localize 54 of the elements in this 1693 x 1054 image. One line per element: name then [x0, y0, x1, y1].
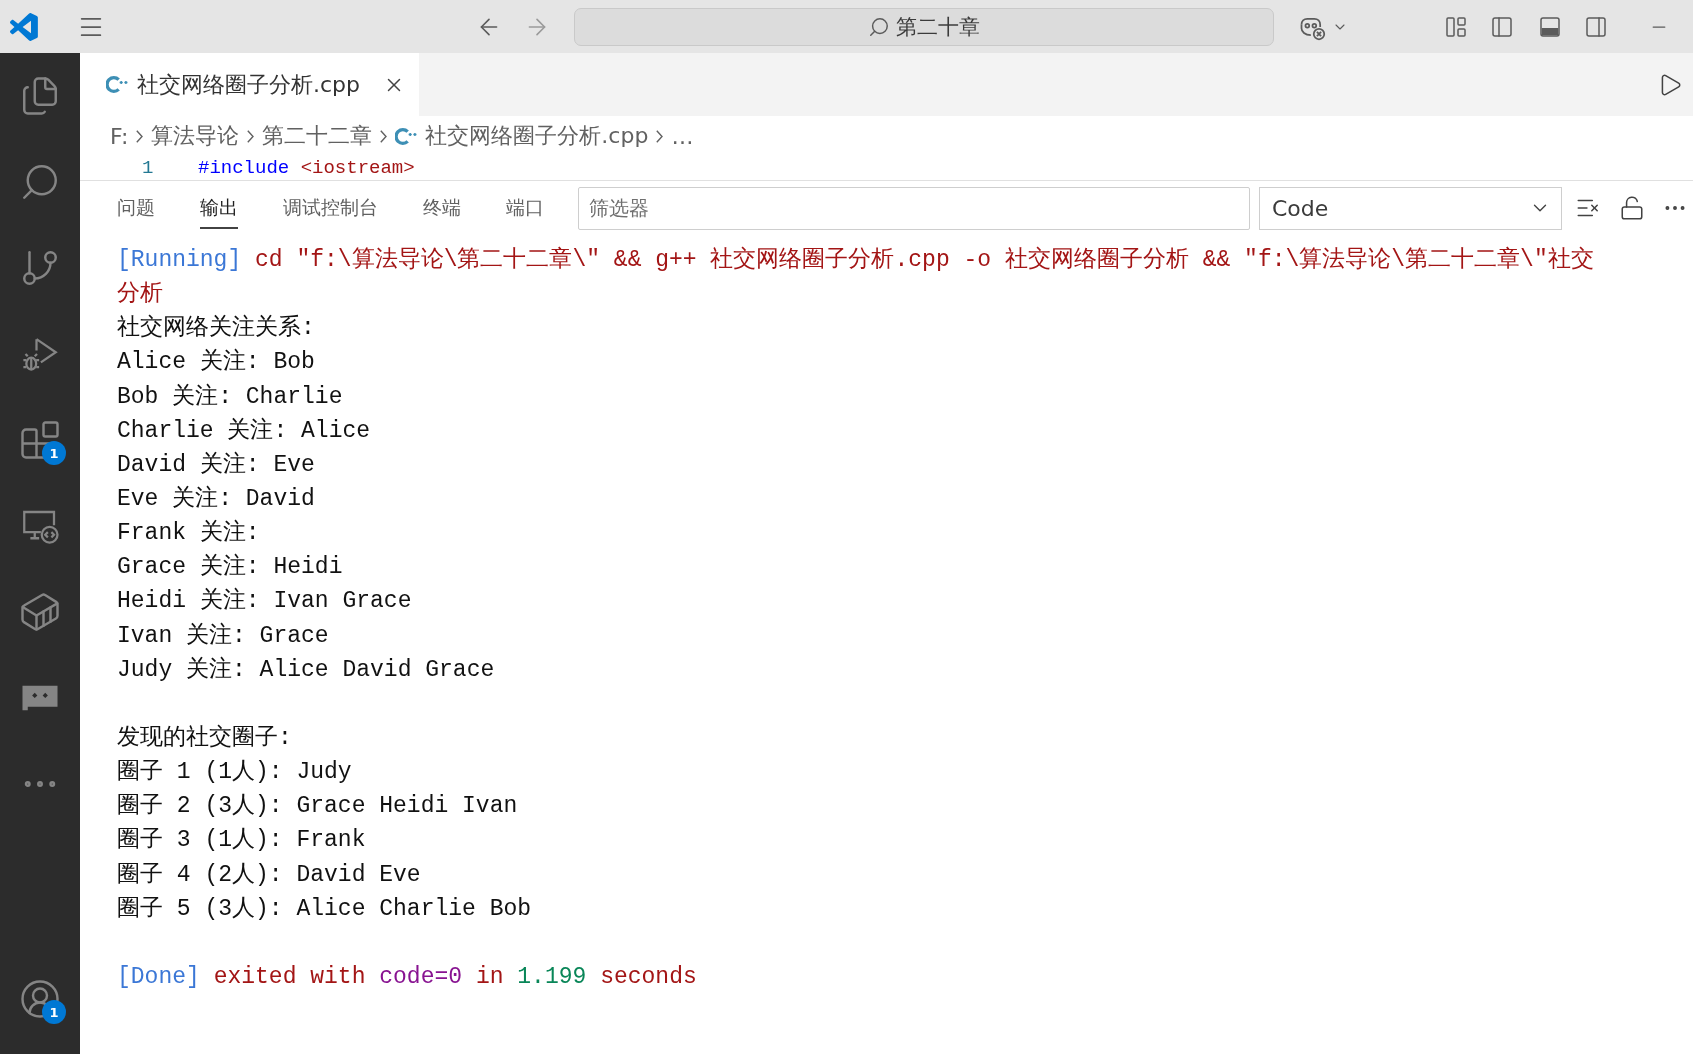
code-line: #include <iostream>	[198, 157, 415, 179]
line-number: 1	[142, 157, 155, 179]
cpp-file-icon	[395, 127, 418, 145]
panel-tab[interactable]: 问题	[117, 187, 155, 229]
blocks-icon[interactable]	[19, 419, 61, 461]
breadcrumb-item[interactable]: 算法导论	[151, 121, 240, 151]
breadcrumb-item[interactable]: 社交网络圈子分析.cpp	[425, 121, 649, 151]
output-line: Alice 关注: Bob	[117, 347, 315, 378]
output-line: 圈子 3 (1人): Frank	[117, 826, 366, 856]
editor-tab[interactable]: 社交网络圈子分析.cpp	[80, 53, 419, 116]
output-line: Ivan 关注: Grace	[117, 621, 329, 651]
chevron-right-icon	[380, 129, 388, 143]
search-icon	[868, 15, 890, 38]
sidebar-left-icon[interactable]	[1490, 14, 1514, 39]
breadcrumb-more[interactable]: …	[671, 123, 694, 149]
output-line: 社交网络关注关系:	[117, 313, 315, 344]
sidebar-right-icon[interactable]	[1584, 14, 1608, 39]
output-line: David 关注: Eve	[117, 450, 315, 480]
chevron-right-icon	[247, 129, 255, 143]
output-line: Frank 关注:	[117, 518, 260, 549]
account-icon[interactable]	[19, 978, 61, 1020]
panel-bottom-icon[interactable]	[1538, 14, 1562, 39]
breadcrumb-item[interactable]: 第二十二章	[262, 121, 373, 151]
output-line: Bob 关注: Charlie	[117, 382, 343, 412]
output-line: 圈子 2 (3人): Grace Heidi Ivan	[117, 792, 518, 822]
output-line: Eve 关注: David	[117, 484, 315, 514]
output-line: 发现的社交圈子:	[117, 723, 292, 753]
output-line: 圈子 4 (2人): David Eve	[117, 860, 421, 890]
command-center[interactable]: 第二十章	[574, 7, 1274, 46]
chevron-right-icon	[656, 129, 664, 143]
output-line: Judy 关注: Alice David Grace	[117, 655, 495, 685]
output-line: Charlie 关注: Alice	[117, 416, 371, 446]
log-line: [Running] cd "f:\算法导论\第二十二章\" && g++ 社交网络圈子分析.cpp -o 社交网络圈子分析 && "f:\算法导论\第二十二章\"社交	[117, 245, 1594, 275]
box-icon[interactable]	[19, 591, 61, 633]
notification-badge: 1	[42, 441, 66, 465]
panel-tab[interactable]: 调试控制台	[283, 187, 378, 229]
output-line: 圈子 1 (1人): Judy	[117, 758, 352, 788]
chevron-right-icon	[136, 129, 144, 143]
panel-tab[interactable]: 端口	[506, 187, 544, 229]
panel-tab[interactable]: 终端	[423, 187, 461, 229]
output-line: Grace 关注: Heidi	[117, 552, 343, 583]
output-channel-dropdown[interactable]: Code	[1259, 186, 1562, 230]
app-logo-icon	[10, 12, 38, 41]
output-line: 圈子 5 (3人): Alice Charlie Bob	[117, 894, 532, 924]
cpp-file-icon	[106, 76, 128, 93]
log-line: 分析	[117, 280, 163, 310]
filter-field[interactable]: 筛选器	[578, 186, 1250, 230]
panel-tab[interactable]: 输出	[200, 187, 238, 229]
breadcrumb-item[interactable]: F:	[110, 123, 129, 149]
output-line: Heidi 关注: Ivan Grace	[117, 586, 412, 617]
notification-badge: 1	[42, 1000, 66, 1024]
layout-icon[interactable]	[1444, 14, 1468, 39]
log-line: [Done] exited with code=0 in 1.199 seconds	[117, 962, 697, 992]
padlock-icon[interactable]	[1619, 195, 1645, 221]
